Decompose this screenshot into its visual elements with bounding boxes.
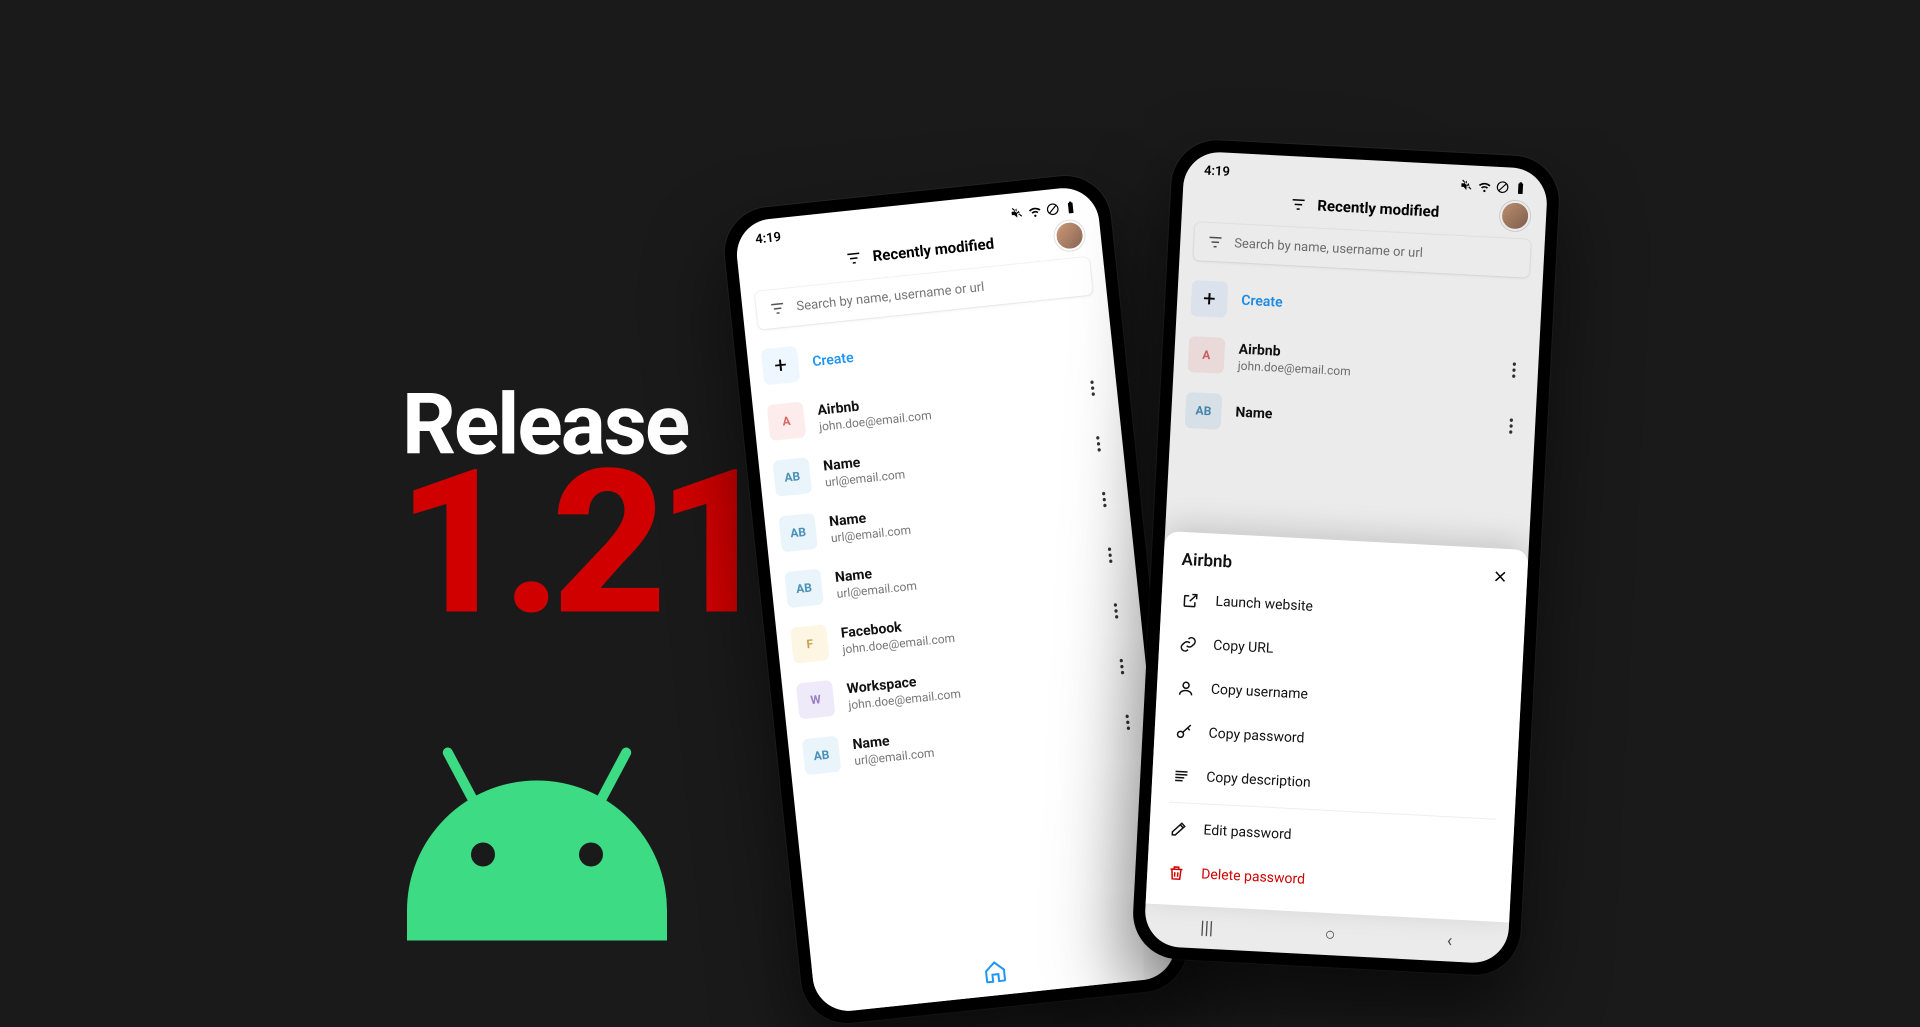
item-badge: AB: [802, 735, 842, 775]
item-badge: A: [767, 401, 807, 441]
phone-mock-left: 4:19 Recently modified +: [720, 171, 1192, 1027]
link-icon: [1179, 634, 1198, 653]
more-icon[interactable]: •••: [1093, 489, 1115, 511]
more-icon[interactable]: •••: [1099, 545, 1121, 567]
avatar[interactable]: [1053, 219, 1086, 252]
copy-user-label: Copy username: [1210, 681, 1308, 702]
recents-button[interactable]: |||: [1200, 916, 1214, 938]
wifi-icon: [1027, 202, 1042, 217]
header-title: Recently modified: [1317, 196, 1440, 220]
plus-icon: +: [1190, 280, 1228, 318]
item-badge: F: [790, 624, 830, 664]
create-link-label: Create: [1241, 292, 1283, 310]
item-badge: AB: [778, 512, 818, 552]
status-time: 4:19: [1204, 163, 1231, 179]
action-sheet: Airbnb Launch website Copy URL Copy user…: [1146, 530, 1529, 922]
battery-icon: [1513, 180, 1528, 195]
item-badge: AB: [1185, 391, 1223, 429]
battery-icon: [1063, 199, 1078, 214]
header-title: Recently modified: [872, 234, 995, 265]
no-signal-icon: [1045, 201, 1060, 216]
more-icon[interactable]: •••: [1082, 378, 1104, 400]
more-icon[interactable]: •••: [1105, 600, 1127, 622]
mute-icon: [1009, 204, 1024, 219]
create-link-label: Create: [812, 349, 855, 369]
status-time: 4:19: [755, 229, 782, 247]
delete-label: Delete password: [1201, 866, 1306, 887]
user-icon: [1176, 678, 1195, 697]
mute-icon: [1459, 177, 1474, 192]
edit-label: Edit password: [1203, 822, 1292, 843]
home-button[interactable]: ○: [1324, 923, 1336, 945]
sheet-title: Airbnb: [1181, 549, 1232, 572]
release-version: 1.21: [397, 443, 762, 643]
more-icon[interactable]: •••: [1501, 416, 1522, 437]
copy-url-label: Copy URL: [1213, 637, 1274, 656]
more-icon[interactable]: •••: [1503, 360, 1524, 381]
trash-icon: [1167, 863, 1186, 882]
no-signal-icon: [1495, 179, 1510, 194]
back-button[interactable]: ‹: [1446, 929, 1452, 950]
item-badge: W: [796, 679, 836, 719]
more-icon[interactable]: •••: [1111, 656, 1133, 678]
plus-icon: +: [761, 345, 801, 385]
copy-pass-label: Copy password: [1208, 725, 1305, 746]
avatar[interactable]: [1499, 200, 1531, 232]
status-icons: [1009, 199, 1078, 220]
copy-desc-label: Copy description: [1206, 769, 1311, 790]
key-icon: [1174, 722, 1193, 741]
more-icon[interactable]: •••: [1088, 433, 1110, 455]
edit-icon: [1169, 819, 1188, 838]
bottom-nav: [812, 928, 1179, 1014]
filter-icon: [768, 298, 788, 318]
launch-label: Launch website: [1215, 593, 1313, 614]
android-logo: [407, 740, 667, 940]
wifi-icon: [1477, 178, 1492, 193]
status-icons: [1459, 177, 1528, 195]
item-badge: A: [1187, 335, 1225, 373]
home-icon[interactable]: [982, 958, 1008, 984]
sort-icon[interactable]: [1289, 195, 1308, 214]
phone-mock-right: 4:19 Recently modified +: [1131, 137, 1561, 976]
filter-icon: [1206, 232, 1225, 251]
password-list: + Create A Airbnb john.doe@email.com •••…: [1170, 269, 1542, 456]
item-badge: AB: [773, 457, 813, 497]
more-icon[interactable]: •••: [1117, 712, 1139, 734]
sort-icon[interactable]: [844, 248, 864, 268]
item-badge: AB: [784, 568, 824, 608]
item-title: Name: [1235, 404, 1487, 433]
text-icon: [1172, 766, 1191, 785]
password-list: + Create A Airbnb john.doe@email.com •••…: [746, 303, 1155, 787]
launch-icon: [1181, 590, 1200, 609]
search-input[interactable]: [1234, 235, 1518, 265]
close-icon[interactable]: [1491, 567, 1510, 586]
